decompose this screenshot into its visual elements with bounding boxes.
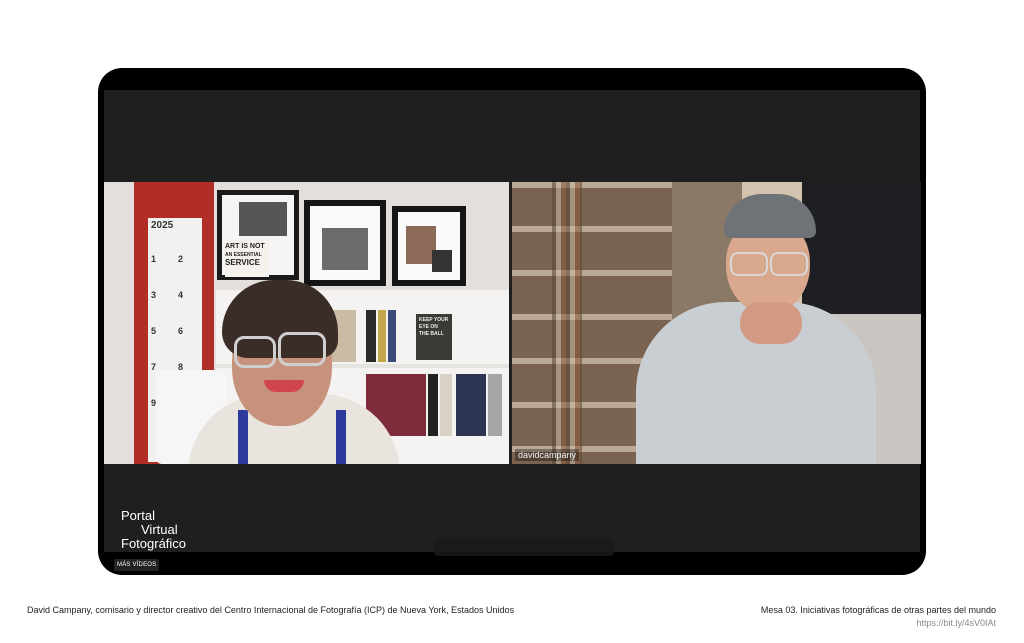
framed-poster: ART IS NOT AN ESSENTIAL SERVICE [217, 190, 299, 280]
person-smile [264, 380, 304, 392]
caption-right: Mesa 03. Iniciativas fotográficas de otr… [760, 605, 996, 615]
brand-line-1: Portal [121, 508, 155, 523]
participant-tile-right: davidcampany [512, 182, 921, 464]
brand-logo: Portal Virtual Fotográfico [121, 509, 186, 551]
framed-photo [304, 200, 386, 286]
poster-line-1: ART IS NOT [225, 243, 265, 250]
framed-photo [392, 206, 466, 286]
tv-screen [802, 182, 921, 314]
calendar-day-1: 1 [151, 254, 157, 264]
calendar-day-2: 2 [178, 254, 184, 264]
calendar-day-7: 7 [151, 362, 157, 372]
player-control-bar[interactable] [434, 538, 614, 556]
glasses-icon [730, 252, 768, 276]
book-keep-your-eye: KEEP YOUR EYE ON THE BALL [416, 314, 452, 360]
more-videos-button[interactable]: MÁS VÍDEOS [114, 559, 160, 571]
poster-line-3: SERVICE [225, 258, 260, 267]
participant-tile-left: 2025 1 2 3 4 5 6 7 8 9 ART IS NOT AN ESS… [104, 182, 509, 464]
caption-left: David Campany, comisario y director crea… [27, 605, 515, 615]
calendar-year: 2025 [151, 220, 174, 231]
caption-link[interactable]: https://bit.ly/4sV0IAt [916, 618, 996, 628]
calendar-day-4: 4 [178, 290, 184, 300]
video-player[interactable]: 2025 1 2 3 4 5 6 7 8 9 ART IS NOT AN ESS… [98, 68, 926, 575]
calendar-day-5: 5 [151, 326, 157, 336]
glasses-icon [234, 336, 276, 368]
video-stage: 2025 1 2 3 4 5 6 7 8 9 ART IS NOT AN ESS… [104, 90, 921, 571]
brand-line-2: Virtual [141, 522, 178, 537]
calendar-day-3: 3 [151, 290, 157, 300]
book-title: KEEP YOUR EYE ON THE BALL [419, 317, 449, 337]
person-hand [740, 302, 802, 344]
brand-line-3: Fotográfico [121, 536, 187, 551]
participant-name-label: davidcampany [515, 449, 580, 461]
calendar-day-6: 6 [178, 326, 184, 336]
